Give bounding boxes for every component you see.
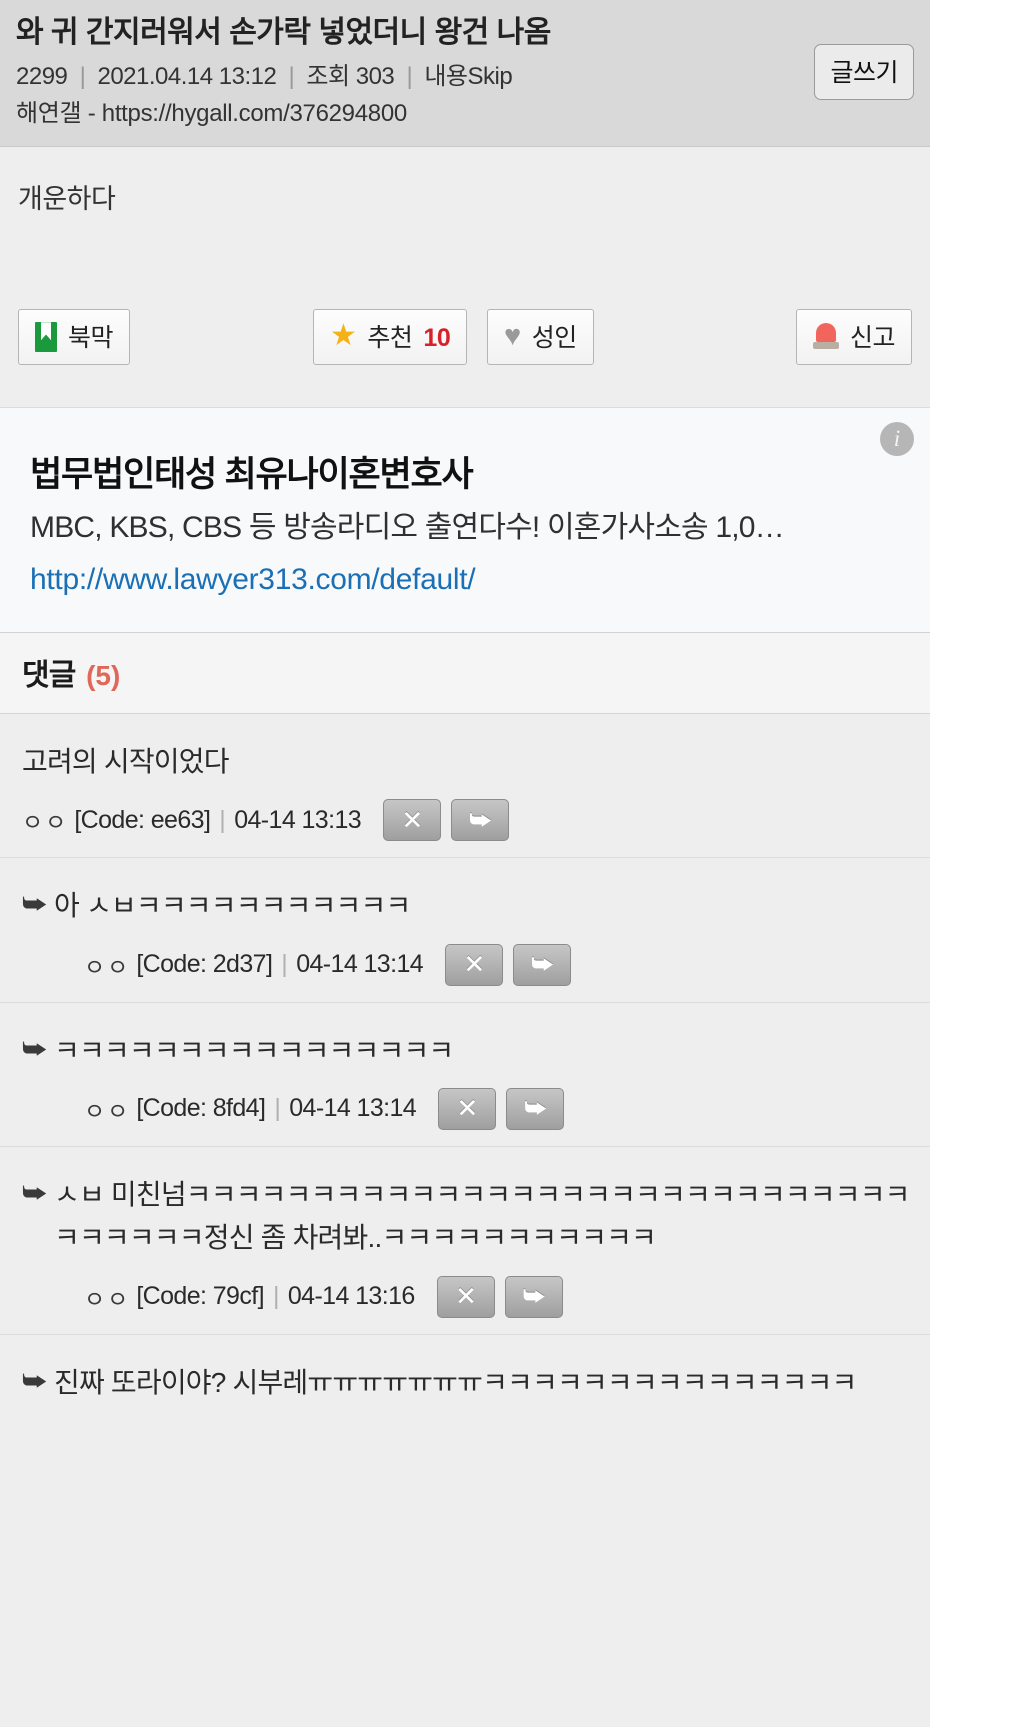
ad-description: MBC, KBS, CBS 등 방송라디오 출연다수! 이혼가사소송 1,0… [30,511,785,545]
comment-meta: ㅇㅇ [Code: 2d37] | 04-14 13:14 ✕ ⮩ [54,943,912,986]
reply-arrow-icon: ⮩ [22,1033,47,1064]
comment-text: ⮩ ㅋㅋㅋㅋㅋㅋㅋㅋㅋㅋㅋㅋㅋㅋㅋㅋ [22,1029,912,1072]
comment-text: ⮩ 진짜 또라이야? 시부레ㅠㅠㅠㅠㅠㅠㅠㅋㅋㅋㅋㅋㅋㅋㅋㅋㅋㅋㅋㅋㅋㅋ [22,1361,912,1404]
comment-nickname: ㅇㅇ [22,809,69,836]
adult-button[interactable]: ♥ 성인 [487,309,594,366]
delete-comment-button[interactable]: ✕ [383,799,442,842]
meta-separator: | [79,62,86,90]
delete-comment-button[interactable]: ✕ [445,943,504,986]
comment-meta: ㅇㅇ [Code: 8fd4] | 04-14 13:14 ✕ ⮩ [54,1087,912,1130]
meta-separator: | [281,950,288,979]
comment-time: 04-14 13:16 [287,1282,415,1311]
delete-comment-button[interactable]: ✕ [438,1087,497,1130]
meta-separator: | [219,805,226,834]
post-datetime: 2021.04.14 13:12 [97,62,277,90]
post-number: 2299 [16,62,68,90]
recommend-label: 추천 [367,323,413,352]
report-button[interactable]: 신고 [795,309,912,366]
comment-code: [Code: 2d37] [136,950,273,979]
bookmark-label: 북막 [68,323,114,352]
comment-body: 아 ㅅㅂㅋㅋㅋㅋㅋㅋㅋㅋㅋㅋㅋ [54,890,411,922]
meta-separator: | [274,1094,281,1123]
comment-text: ⮩ 아 ㅅㅂㅋㅋㅋㅋㅋㅋㅋㅋㅋㅋㅋ [22,884,912,927]
comment-body: ㅅㅂ 미친넘ㅋㅋㅋㅋㅋㅋㅋㅋㅋㅋㅋㅋㅋㅋㅋㅋㅋㅋㅋㅋㅋㅋㅋㅋㅋㅋㅋㅋㅋㅋㅋㅋㅋㅋ… [54,1178,910,1254]
comment-meta: ㅇㅇ [Code: ee63] | 04-14 13:13 ✕ ⮩ [22,799,912,842]
comment-meta: ㅇㅇ [Code: 79cf] | 04-14 13:16 ✕ ⮩ [54,1275,912,1318]
post-body-text: 개운하다 [18,184,116,215]
comment-reply-item: ⮩ 진짜 또라이야? 시부레ㅠㅠㅠㅠㅠㅠㅠㅋㅋㅋㅋㅋㅋㅋㅋㅋㅋㅋㅋㅋㅋㅋ [0,1335,930,1420]
comment-body: 진짜 또라이야? 시부레ㅠㅠㅠㅠㅠㅠㅠㅋㅋㅋㅋㅋㅋㅋㅋㅋㅋㅋㅋㅋㅋㅋ [54,1366,857,1398]
comment-code: [Code: 79cf] [136,1282,264,1311]
ad-info-icon[interactable]: i [880,422,914,457]
post-meta: 2299 | 2021.04.14 13:12 | 조회 303 | 내용Ski… [16,61,914,93]
heart-icon: ♥ [504,319,521,352]
recommend-button[interactable]: ★ 추천 10 [313,309,468,366]
comment-actions: ✕ ⮩ [436,1275,563,1318]
comment-nickname: ㅇㅇ [84,1097,131,1124]
comment-reply-item: ⮩ ㅅㅂ 미친넘ㅋㅋㅋㅋㅋㅋㅋㅋㅋㅋㅋㅋㅋㅋㅋㅋㅋㅋㅋㅋㅋㅋㅋㅋㅋㅋㅋㅋㅋㅋㅋㅋㅋ… [0,1147,930,1335]
ad-url-link[interactable]: http://www.lawyer313.com/default/ [30,562,912,598]
comment-actions: ✕ ⮩ [383,799,510,842]
post-action-bar: 북막 ★ 추천 10 ♥ 성인 신고 [0,267,930,408]
reply-arrow-icon: ⮩ [22,1365,47,1396]
comment-list: 고려의 시작이었다 ㅇㅇ [Code: ee63] | 04-14 13:13 ✕ ⮩ ⮩ 아 … [0,713,930,1421]
reply-comment-button[interactable]: ⮩ [513,943,572,986]
meta-separator: | [272,1282,279,1311]
reply-comment-button[interactable]: ⮩ [506,1087,565,1130]
comments-header: 댓글 (5) [0,632,930,714]
advertisement[interactable]: i 법무법인태성 최유나이혼변호사 MBC, KBS, CBS 등 방송라디오 … [0,407,930,633]
report-label: 신고 [849,323,896,352]
comment-code: [Code: 8fd4] [136,1094,266,1123]
comment-text: 고려의 시작이었다 [22,740,912,783]
skip-content-link[interactable]: 내용Skip [424,63,512,90]
comment-body: ㅋㅋㅋㅋㅋㅋㅋㅋㅋㅋㅋㅋㅋㅋㅋㅋ [54,1034,454,1066]
comment-reply-item: ⮩ 아 ㅅㅂㅋㅋㅋㅋㅋㅋㅋㅋㅋㅋㅋ ㅇㅇ [Code: 2d37] | 04-14 13:… [0,858,930,1003]
meta-separator: | [406,62,413,90]
page-title: 와 귀 간지러워서 손가락 넣었더니 왕건 나옴 [16,16,551,49]
comments-label: 댓글 [22,658,76,692]
reply-arrow-icon: ⮩ [22,1177,47,1208]
post-body: 개운하다 [0,147,930,268]
meta-separator: | [288,62,295,90]
reply-comment-button[interactable]: ⮩ [504,1275,563,1318]
comment-time: 04-14 13:14 [289,1094,417,1123]
adult-label: 성인 [531,323,578,352]
reply-comment-button[interactable]: ⮩ [451,799,510,842]
comment-nickname: ㅇㅇ [84,1285,131,1312]
comment-time: 04-14 13:14 [296,950,424,979]
reply-arrow-icon: ⮩ [22,889,47,920]
write-post-button[interactable]: 글쓰기 [814,44,914,100]
star-icon: ★ [330,319,357,353]
post-source: 해연갤 - https://hygall.com/376294800 [16,99,407,127]
post-header: 와 귀 간지러워서 손가락 넣었더니 왕건 나옴 2299 | 2021.04.… [0,0,930,148]
comment-item: 고려의 시작이었다 ㅇㅇ [Code: ee63] | 04-14 13:13 ✕ ⮩ [0,714,930,859]
comment-time: 04-14 13:13 [234,805,362,834]
comment-reply-item: ⮩ ㅋㅋㅋㅋㅋㅋㅋㅋㅋㅋㅋㅋㅋㅋㅋㅋ ㅇㅇ [Code: 8fd4] | 04-14 13… [0,1003,930,1147]
siren-icon [812,323,839,351]
recommend-count: 10 [423,323,451,352]
comment-actions: ✕ ⮩ [445,943,572,986]
delete-comment-button[interactable]: ✕ [436,1275,495,1318]
comment-code: [Code: ee63] [74,805,211,834]
comment-text: ⮩ ㅅㅂ 미친넘ㅋㅋㅋㅋㅋㅋㅋㅋㅋㅋㅋㅋㅋㅋㅋㅋㅋㅋㅋㅋㅋㅋㅋㅋㅋㅋㅋㅋㅋㅋㅋㅋㅋ… [22,1173,912,1260]
post-page: 와 귀 간지러워서 손가락 넣었더니 왕건 나옴 2299 | 2021.04.… [0,0,930,1727]
post-views: 조회 303 [306,62,395,90]
comment-actions: ✕ ⮩ [438,1087,565,1130]
bookmark-button[interactable]: 북막 [18,309,131,366]
comment-nickname: ㅇㅇ [84,953,131,980]
comments-count: (5) [86,659,121,691]
ad-title: 법무법인태성 최유나이혼변호사 [30,455,474,495]
comment-body: 고려의 시작이었다 [22,745,229,777]
bookmark-icon [35,322,57,353]
